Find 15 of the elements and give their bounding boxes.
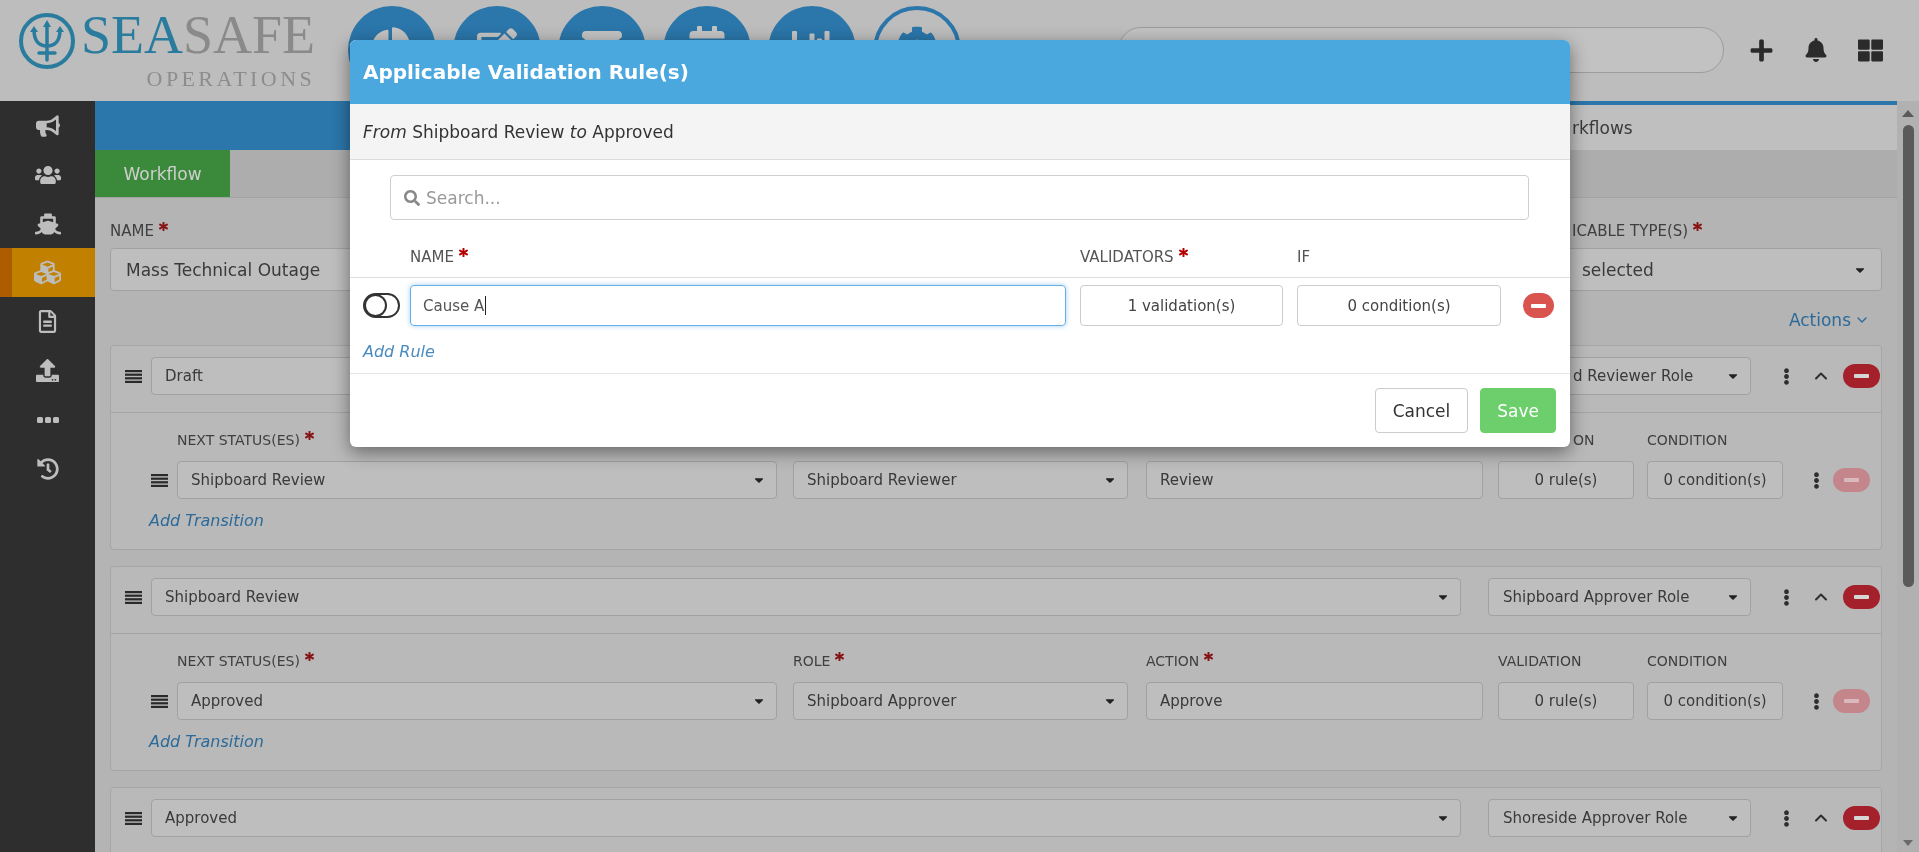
column-header: VALIDATORS bbox=[1080, 247, 1174, 267]
column-header: IF bbox=[1297, 247, 1311, 267]
column-label: NEXT STATUS(ES) bbox=[177, 431, 300, 450]
column-label: ACTION bbox=[1146, 652, 1200, 671]
column-label: NEXT STATUS(ES) bbox=[177, 652, 300, 671]
field-label: NAME bbox=[110, 221, 154, 241]
column-label: ROLE bbox=[793, 652, 831, 671]
column-label: ON bbox=[1573, 431, 1595, 450]
transition-route-text: From Shipboard Review to Approved bbox=[363, 121, 674, 142]
column-label: CONDITION bbox=[1647, 431, 1728, 450]
dialog-title: Applicable Validation Rule(s) bbox=[350, 40, 1570, 104]
field-label: ICABLE TYPE(S) bbox=[1572, 221, 1689, 241]
column-header: NAME bbox=[410, 247, 454, 267]
column-label: CONDITION bbox=[1647, 652, 1728, 671]
column-label: VALIDATION bbox=[1498, 652, 1582, 671]
